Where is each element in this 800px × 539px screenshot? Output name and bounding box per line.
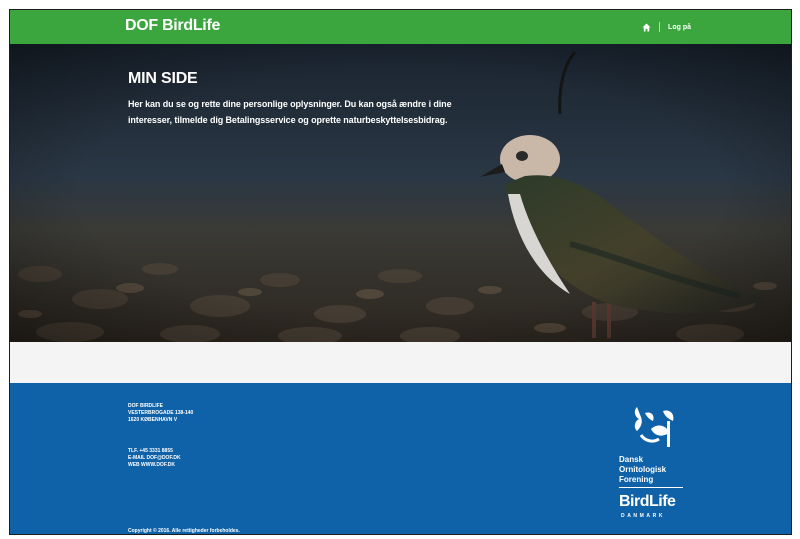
- home-icon[interactable]: [642, 22, 651, 32]
- bird-emblem-icon: [634, 407, 674, 447]
- login-link[interactable]: Log på: [668, 24, 691, 31]
- content-band: [10, 342, 791, 383]
- footer-copyright: Copyright © 2016. Alle rettigheder forbe…: [128, 528, 240, 534]
- footer-address-line: VESTERBROGADE 138-140: [128, 410, 194, 416]
- footer-phone[interactable]: TLF. +45 3331 8855: [128, 448, 181, 455]
- top-nav: Log på: [642, 10, 691, 44]
- logo-country: DANMARK: [621, 513, 666, 519]
- footer-address-line: DOF BIRDLIFE: [128, 403, 163, 409]
- nav-separator: [659, 22, 661, 32]
- footer-address: DOF BIRDLIFE VESTERBROGADE 138-140 1620 …: [128, 403, 193, 424]
- hero-text: MIN SIDE Her kan du se og rette dine per…: [128, 70, 458, 128]
- dof-birdlife-logo[interactable]: Dansk Ornitologisk Forening BirdLife DAN…: [615, 403, 695, 533]
- logo-name-line: Ornitologisk: [619, 465, 667, 474]
- footer: DOF BIRDLIFE VESTERBROGADE 138-140 1620 …: [10, 383, 791, 534]
- logo-name-line: Dansk: [619, 455, 644, 464]
- page-intro: Her kan du se og rette dine personlige o…: [128, 99, 452, 125]
- logo-birdlife: BirdLife: [619, 493, 676, 510]
- logo-org-name: Dansk Ornitologisk Forening: [619, 455, 666, 485]
- footer-contact: TLF. +45 3331 8855 E-MAIL DOF@DOF.DK WEB…: [128, 448, 181, 469]
- hero-banner: MIN SIDE Her kan du se og rette dine per…: [10, 44, 791, 342]
- brand-logo-text[interactable]: DOF BirdLife: [125, 17, 220, 35]
- footer-address-line: 1620 KØBENHAVN V: [128, 417, 178, 423]
- page-title: MIN SIDE: [128, 70, 198, 87]
- logo-name-line: Forening: [619, 475, 654, 484]
- footer-web[interactable]: WEB WWW.DOF.DK: [128, 462, 181, 469]
- top-bar: DOF BirdLife Log på: [10, 10, 791, 44]
- footer-email[interactable]: E-MAIL DOF@DOF.DK: [128, 455, 181, 462]
- browser-page: DOF BirdLife Log på MIN SIDE Her kan du …: [9, 9, 792, 535]
- logo-divider: [619, 487, 683, 488]
